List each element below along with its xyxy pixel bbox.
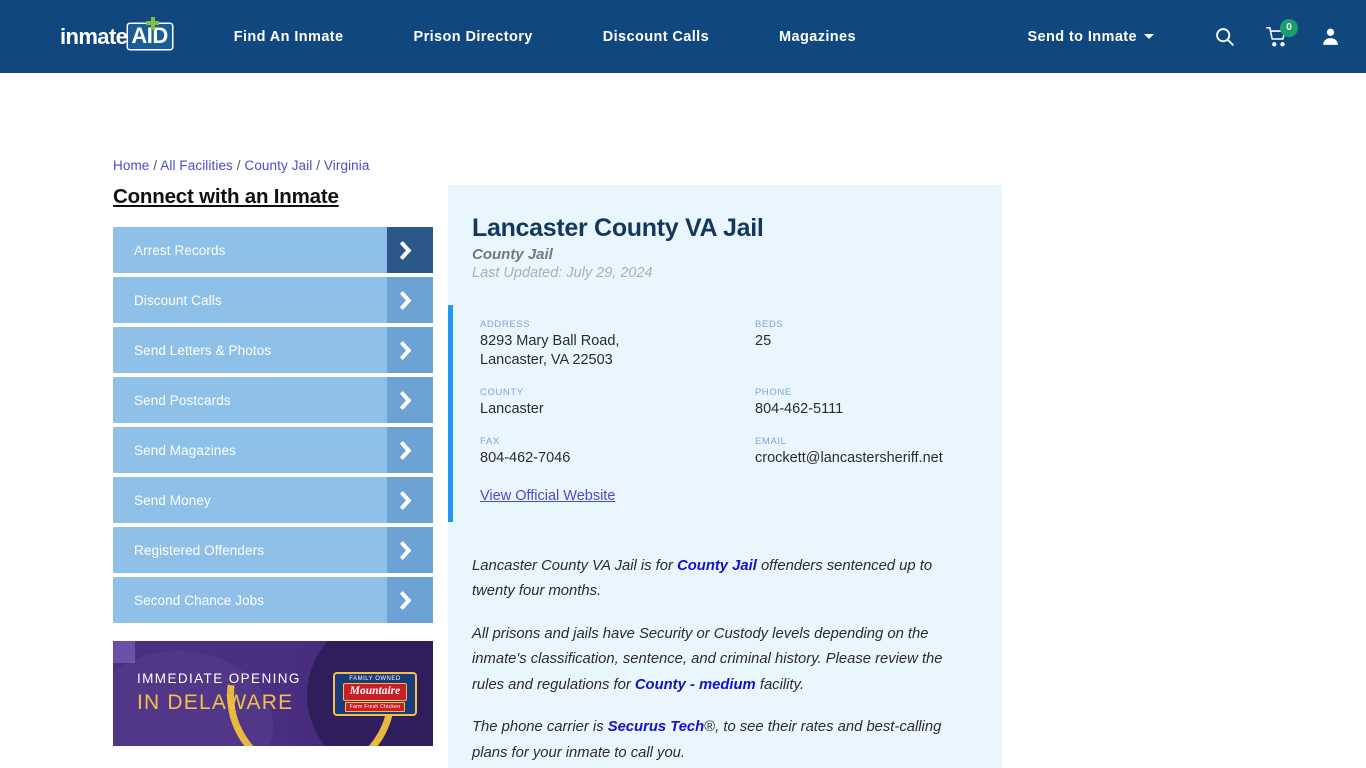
site-header: inmate AID Find An Inmate Prison Directo… <box>0 0 1366 73</box>
header-icon-group: 0 <box>1212 18 1342 49</box>
ad-brand-sub: Farm Fresh Chicken <box>344 702 406 712</box>
facility-type-label: County Jail <box>472 246 553 263</box>
sidebar-item-registered-offenders[interactable]: Registered Offenders <box>113 527 433 573</box>
nav-item-discount-calls[interactable]: Discount Calls <box>603 29 709 45</box>
chevron-right-icon <box>387 427 433 473</box>
info-label-email: EMAIL <box>755 436 787 448</box>
sidebar-item-label: Send Magazines <box>134 442 236 458</box>
chevron-down-icon <box>1144 34 1154 39</box>
main-navigation: Find An Inmate Prison Directory Discount… <box>234 29 1212 45</box>
info-field-fax: FAX 804-462-7046 <box>480 436 755 468</box>
breadcrumb: Home / All Facilities / County Jail / Vi… <box>113 158 370 173</box>
info-field-county: COUNTY Lancaster <box>480 387 755 419</box>
breadcrumb-item-all-facilities[interactable]: All Facilities <box>160 158 233 173</box>
sidebar-item-second-chance-jobs[interactable]: Second Chance Jobs <box>113 577 433 623</box>
facility-description: Lancaster County VA Jail is for County J… <box>448 554 1002 768</box>
cart-count-badge: 0 <box>1280 18 1298 37</box>
description-paragraph-2: All prisons and jails have Security or C… <box>472 622 966 699</box>
green-plus-icon <box>146 16 159 30</box>
nav-dropdown-label: Send to Inmate <box>1027 28 1137 45</box>
sidebar-item-label: Arrest Records <box>134 242 226 258</box>
sidebar-item-send-money[interactable]: Send Money <box>113 477 433 523</box>
breadcrumb-item-county-jail[interactable]: County Jail <box>244 158 312 173</box>
info-label-county: COUNTY <box>480 387 524 399</box>
info-value-address: 8293 Mary Ball Road, Lancaster, VA 22503 <box>480 332 755 370</box>
search-icon[interactable] <box>1212 25 1236 49</box>
description-paragraph-1: Lancaster County VA Jail is for County J… <box>472 554 966 605</box>
p2-emphasis-county-medium: County - medium <box>634 676 756 693</box>
sidebar-item-send-magazines[interactable]: Send Magazines <box>113 427 433 473</box>
sidebar-item-label: Discount Calls <box>134 292 222 308</box>
sidebar-item-arrest-records[interactable]: Arrest Records <box>113 227 433 273</box>
chevron-right-icon <box>387 277 433 323</box>
ad-headline-line1: IMMEDIATE OPENING <box>137 671 301 686</box>
sidebar-item-label: Send Money <box>134 492 211 508</box>
p1-emphasis-county-jail: County Jail <box>677 557 757 574</box>
breadcrumb-separator: / <box>312 158 324 173</box>
chevron-right-icon <box>387 377 433 423</box>
nav-item-prison-directory[interactable]: Prison Directory <box>414 29 533 45</box>
info-field-beds: BEDS 25 <box>755 319 1002 370</box>
advertisement-banner[interactable]: IMMEDIATE OPENING IN DELAWARE FAMILY OWN… <box>113 641 433 746</box>
chevron-right-icon <box>387 527 433 573</box>
sidebar-item-label: Registered Offenders <box>134 542 265 558</box>
p3-emphasis-securus-tech: Securus Tech <box>607 719 705 736</box>
info-field-email: EMAIL crockett@lancastersheriff.net <box>755 436 1002 468</box>
nav-item-magazines[interactable]: Magazines <box>779 29 856 45</box>
description-paragraph-3: The phone carrier is Securus Tech®, to s… <box>472 715 966 766</box>
chevron-right-icon <box>387 327 433 373</box>
site-logo[interactable]: inmate AID <box>60 16 172 54</box>
info-value-beds: 25 <box>755 333 772 349</box>
info-field-address: ADDRESS 8293 Mary Ball Road, Lancaster, … <box>480 319 755 370</box>
sidebar: Connect with an Inmate Arrest Records Di… <box>113 185 433 627</box>
p3-text-a: The phone carrier is <box>472 719 608 736</box>
ad-headline-line2: IN DELAWARE <box>137 691 294 714</box>
info-label-address: ADDRESS <box>480 319 531 330</box>
info-label-beds: BEDS <box>755 319 784 330</box>
sidebar-title: Connect with an Inmate <box>113 185 339 208</box>
info-value-fax: 804-462-7046 <box>480 450 571 467</box>
last-updated-text: Last Updated: July 29, 2024 <box>472 265 653 281</box>
breadcrumb-item-virginia[interactable]: Virginia <box>324 158 370 173</box>
view-official-website-link[interactable]: View Official Website <box>480 488 615 504</box>
cart-icon[interactable]: 0 <box>1265 18 1298 49</box>
breadcrumb-separator: / <box>232 158 245 173</box>
sidebar-item-label: Send Postcards <box>134 392 231 408</box>
registered-trademark-symbol: ® <box>704 719 716 736</box>
sidebar-item-discount-calls[interactable]: Discount Calls <box>113 277 433 323</box>
info-value-county: Lancaster <box>480 401 544 418</box>
sidebar-item-send-letters-photos[interactable]: Send Letters & Photos <box>113 327 433 373</box>
facility-info-card: ADDRESS 8293 Mary Ball Road, Lancaster, … <box>448 305 1002 522</box>
ad-brand-name: Mountaire <box>342 683 408 701</box>
info-value-phone: 804-462-5111 <box>755 401 844 418</box>
p1-text-a: Lancaster County VA Jail is for <box>472 557 678 574</box>
logo-wordmark: inmate <box>60 23 128 49</box>
p2-text-c: facility. <box>755 676 804 693</box>
page-title: Lancaster County VA Jail <box>472 214 764 242</box>
info-value-email: crockett@lancastersheriff.net <box>755 450 943 467</box>
address-line-2: Lancaster, VA 22503 <box>480 352 613 369</box>
ad-brand-top: FAMILY OWNED <box>349 676 401 682</box>
chevron-right-icon <box>387 477 433 523</box>
chevron-right-icon <box>387 227 433 273</box>
sidebar-item-label: Second Chance Jobs <box>134 592 265 608</box>
info-label-fax: FAX <box>480 436 500 448</box>
info-label-phone: PHONE <box>755 387 792 399</box>
user-account-icon[interactable] <box>1318 25 1342 49</box>
sidebar-item-label: Send Letters & Photos <box>134 342 272 358</box>
address-line-1: 8293 Mary Ball Road, <box>480 333 620 349</box>
nav-item-find-an-inmate[interactable]: Find An Inmate <box>234 29 344 45</box>
breadcrumb-separator: / <box>149 158 161 173</box>
sidebar-item-send-postcards[interactable]: Send Postcards <box>113 377 433 423</box>
nav-dropdown-send-to-inmate[interactable]: Send to Inmate <box>1027 29 1154 45</box>
chevron-right-icon <box>387 577 433 623</box>
info-field-phone: PHONE 804-462-5111 <box>755 387 1002 419</box>
mountaire-logo: FAMILY OWNED Mountaire Farm Fresh Chicke… <box>333 672 417 716</box>
facility-content-panel: Lancaster County VA Jail County Jail Las… <box>448 185 1002 768</box>
breadcrumb-item-home[interactable]: Home <box>113 158 149 173</box>
